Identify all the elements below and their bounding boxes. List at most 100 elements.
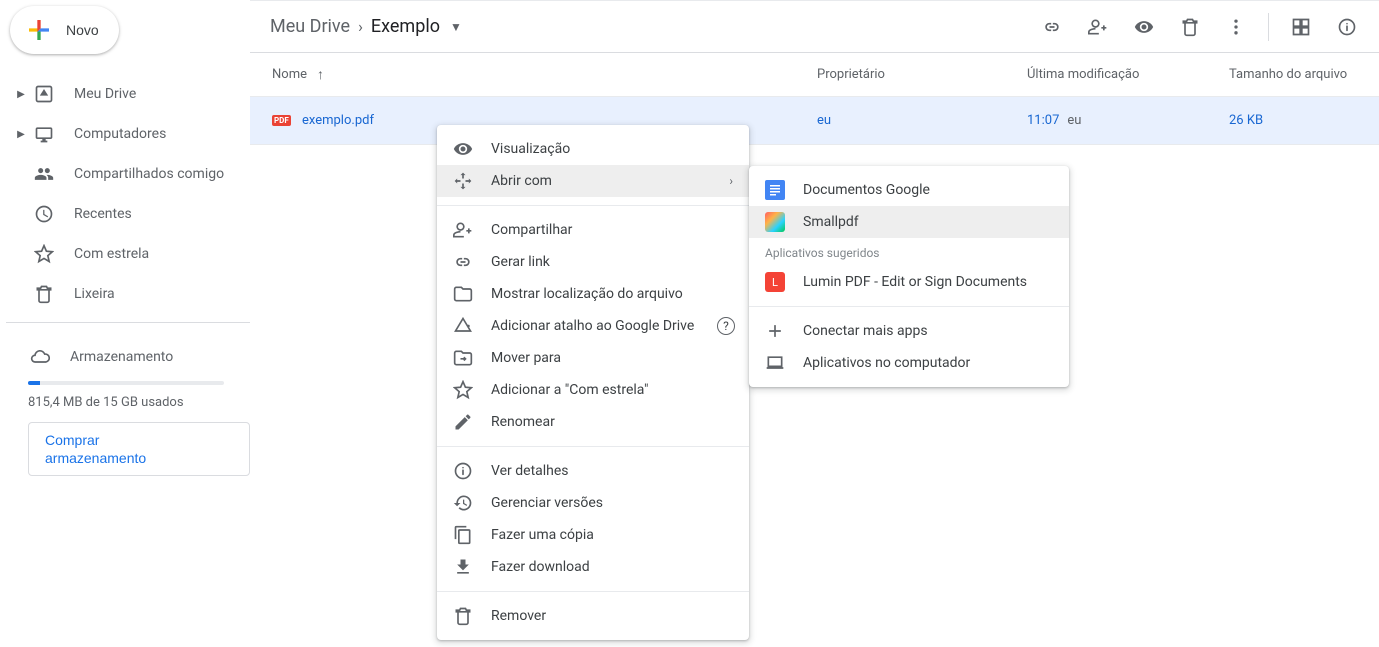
nav-label: Computadores — [74, 126, 166, 142]
table-row[interactable]: PDF exemplo.pdf eu 11:07 eu 26 KB — [250, 97, 1379, 145]
buy-storage-button[interactable]: Comprararmazenamento — [28, 422, 250, 476]
download-icon — [453, 557, 473, 577]
breadcrumb-current[interactable]: Exemplo ▼ — [371, 16, 462, 37]
sidebar-item-storage[interactable]: Armazenamento — [6, 337, 250, 377]
nav-label: Compartilhados comigo — [74, 166, 224, 182]
ctx-move[interactable]: Mover para — [437, 342, 749, 374]
person-add-icon — [453, 220, 473, 240]
ctx-remove[interactable]: Remover — [437, 600, 749, 632]
ctx-label: Abrir com — [491, 173, 552, 189]
pencil-icon — [453, 412, 473, 432]
shared-icon — [32, 164, 56, 184]
col-owner[interactable]: Proprietário — [817, 67, 1027, 82]
sidebar-item-trash[interactable]: Lixeira — [6, 274, 250, 314]
expand-arrow-icon[interactable]: ▶ — [14, 89, 28, 100]
ctx-label: Remover — [491, 608, 546, 624]
ctx-label: Fazer uma cópia — [491, 527, 594, 543]
computers-icon — [32, 124, 56, 144]
chevron-right-icon: › — [729, 174, 733, 188]
ctx-label: Visualização — [491, 141, 570, 157]
info-button[interactable] — [1327, 7, 1367, 47]
file-size: 26 KB — [1229, 113, 1379, 128]
ctx-versions[interactable]: Gerenciar versões — [437, 487, 749, 519]
toolbar: Meu Drive › Exemplo ▼ — [250, 1, 1379, 53]
col-mod[interactable]: Última modificação — [1027, 67, 1229, 82]
view-toggle-button[interactable] — [1281, 7, 1321, 47]
table-header: Nome ↑ Proprietário Última modificação T… — [250, 53, 1379, 97]
ctx-share[interactable]: Compartilhar — [437, 214, 749, 246]
drive-icon — [32, 84, 56, 104]
sidebar-item-my-drive[interactable]: ▶ Meu Drive — [6, 74, 250, 114]
star-icon — [32, 244, 56, 264]
ctx-label: Mostrar localização do arquivo — [491, 286, 683, 302]
move-icon — [453, 348, 473, 368]
ctx-label: Compartilhar — [491, 222, 572, 238]
laptop-icon — [765, 353, 785, 373]
history-icon — [453, 493, 473, 513]
lumin-icon: L — [765, 272, 785, 292]
ctx-show-location[interactable]: Mostrar localização do arquivo — [437, 278, 749, 310]
sidebar-item-recent[interactable]: Recentes — [6, 194, 250, 234]
sidebar-item-shared[interactable]: Compartilhados comigo — [6, 154, 250, 194]
breadcrumb: Meu Drive › Exemplo ▼ — [270, 16, 462, 37]
sub-label: Lumin PDF - Edit or Sign Documents — [803, 274, 1027, 290]
sub-desktop-apps[interactable]: Aplicativos no computador — [749, 347, 1069, 379]
ctx-download[interactable]: Fazer download — [437, 551, 749, 583]
preview-button[interactable] — [1124, 7, 1164, 47]
breadcrumb-current-label: Exemplo — [371, 16, 440, 37]
pdf-icon: PDF — [272, 113, 302, 129]
trash-icon — [32, 284, 56, 304]
open-with-submenu: Documentos Google Smallpdf Aplicativos s… — [749, 166, 1069, 387]
smallpdf-icon — [765, 212, 785, 232]
new-button[interactable]: Novo — [10, 6, 119, 54]
trash-icon — [453, 606, 473, 626]
storage-usage-text: 815,4 MB de 15 GB usados — [28, 395, 250, 410]
ctx-label: Renomear — [491, 414, 555, 430]
caret-down-icon: ▼ — [450, 20, 462, 34]
eye-icon — [453, 139, 473, 159]
sub-label: Conectar mais apps — [803, 323, 928, 339]
ctx-preview[interactable]: Visualização — [437, 133, 749, 165]
sidebar-item-starred[interactable]: Com estrela — [6, 234, 250, 274]
ctx-get-link[interactable]: Gerar link — [437, 246, 749, 278]
get-link-button[interactable] — [1032, 7, 1072, 47]
ctx-label: Mover para — [491, 350, 561, 366]
folder-icon — [453, 284, 473, 304]
ctx-star[interactable]: Adicionar a "Com estrela" — [437, 374, 749, 406]
col-size[interactable]: Tamanho do arquivo — [1229, 67, 1379, 82]
plus-icon — [24, 15, 54, 45]
file-owner: eu — [817, 113, 1027, 128]
sub-label: Documentos Google — [803, 182, 930, 198]
sub-lumin[interactable]: L Lumin PDF - Edit or Sign Documents — [749, 266, 1069, 298]
star-icon — [453, 380, 473, 400]
file-mod-time: 11:07 — [1027, 113, 1059, 128]
ctx-add-shortcut[interactable]: Adicionar atalho ao Google Drive ? — [437, 310, 749, 342]
sub-google-docs[interactable]: Documentos Google — [749, 174, 1069, 206]
file-mod-by: eu — [1067, 113, 1081, 128]
nav-label: Recentes — [74, 206, 132, 222]
col-name[interactable]: Nome ↑ — [272, 66, 817, 83]
breadcrumb-root[interactable]: Meu Drive — [270, 16, 350, 37]
drive-shortcut-icon — [453, 316, 473, 336]
cloud-icon — [28, 347, 52, 367]
help-icon[interactable]: ? — [717, 317, 735, 335]
nav-label: Com estrela — [74, 246, 149, 262]
more-actions-button[interactable] — [1216, 7, 1256, 47]
expand-arrow-icon[interactable]: ▶ — [14, 129, 28, 140]
file-mod: 11:07 eu — [1027, 113, 1229, 128]
sidebar: Novo ▶ Meu Drive ▶ Computadores Comparti… — [0, 0, 250, 647]
sub-suggested-heading: Aplicativos sugeridos — [749, 238, 1069, 266]
ctx-label: Adicionar a "Com estrela" — [491, 382, 648, 398]
sidebar-item-computers[interactable]: ▶ Computadores — [6, 114, 250, 154]
ctx-copy[interactable]: Fazer uma cópia — [437, 519, 749, 551]
ctx-open-with[interactable]: Abrir com › — [437, 165, 749, 197]
info-icon — [453, 461, 473, 481]
sub-more-apps[interactable]: Conectar mais apps — [749, 315, 1069, 347]
clock-icon — [32, 204, 56, 224]
ctx-rename[interactable]: Renomear — [437, 406, 749, 438]
ctx-details[interactable]: Ver detalhes — [437, 455, 749, 487]
sub-smallpdf[interactable]: Smallpdf — [749, 206, 1069, 238]
share-button[interactable] — [1078, 7, 1118, 47]
delete-button[interactable] — [1170, 7, 1210, 47]
link-icon — [453, 252, 473, 272]
